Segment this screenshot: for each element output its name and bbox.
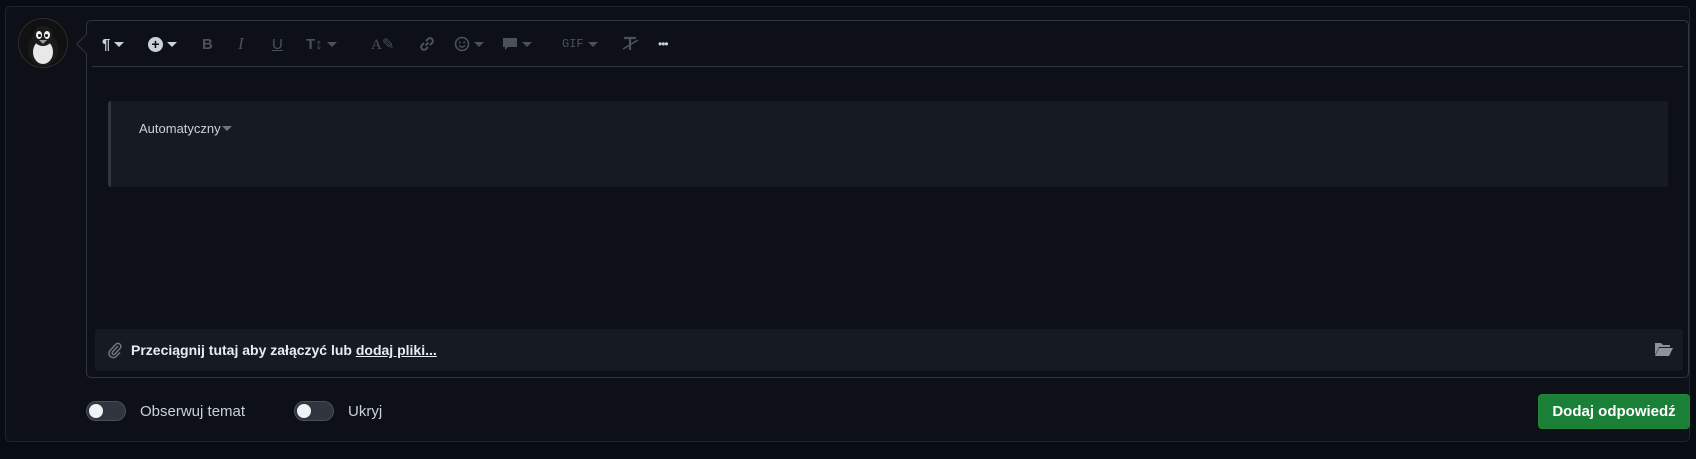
italic-button[interactable]: I bbox=[238, 33, 244, 55]
bold-icon: B bbox=[202, 35, 213, 53]
hide-toggle[interactable] bbox=[294, 401, 334, 421]
insert-button[interactable]: + bbox=[148, 33, 177, 55]
text-style-icon: A✎ bbox=[371, 36, 395, 53]
watch-topic-toggle[interactable] bbox=[86, 401, 126, 421]
attachment-hint: Przeciągnij tutaj aby załączyć lub dodaj… bbox=[131, 342, 437, 358]
text-style-button[interactable]: A✎ bbox=[371, 33, 394, 55]
speech-bubble-icon bbox=[503, 38, 517, 50]
paragraph-format-button[interactable]: ¶ bbox=[102, 33, 125, 55]
link-button[interactable] bbox=[418, 33, 436, 55]
toggle-knob bbox=[89, 404, 103, 418]
more-button[interactable]: ••• bbox=[658, 33, 669, 55]
submit-reply-button[interactable]: Dodaj odpowiedź bbox=[1538, 394, 1690, 429]
watch-topic-label: Obserwuj temat bbox=[140, 403, 246, 420]
language-label: Automatyczny bbox=[139, 121, 221, 136]
code-block[interactable]: Automatyczny bbox=[108, 101, 1668, 187]
gif-button[interactable]: GIF bbox=[562, 33, 598, 55]
attachment-dropzone[interactable]: Przeciągnij tutaj aby załączyć lub dodaj… bbox=[95, 329, 1683, 371]
gif-icon: GIF bbox=[562, 37, 584, 51]
ellipsis-icon: ••• bbox=[658, 37, 669, 51]
editor-toolbar: ¶ + B I U T↕ A✎ GIF ••• bbox=[92, 21, 1683, 67]
plus-circle-icon: + bbox=[148, 36, 163, 52]
text-size-icon: T↕ bbox=[306, 35, 323, 53]
bold-button[interactable]: B bbox=[202, 33, 213, 55]
penguin-avatar-icon bbox=[19, 19, 67, 67]
rich-text-editor[interactable]: ¶ + B I U T↕ A✎ GIF ••• Automatyczny Prz… bbox=[86, 20, 1689, 378]
toggle-knob bbox=[297, 404, 311, 418]
paperclip-icon bbox=[108, 342, 122, 359]
underline-button[interactable]: U bbox=[272, 33, 283, 55]
italic-icon: I bbox=[238, 34, 244, 53]
folder-open-icon[interactable] bbox=[1654, 341, 1674, 357]
emoji-button[interactable] bbox=[454, 33, 484, 55]
avatar bbox=[19, 19, 67, 67]
underline-icon: U bbox=[272, 35, 283, 53]
language-select[interactable]: Automatyczny bbox=[139, 121, 232, 136]
pilcrow-icon: ¶ bbox=[102, 35, 111, 53]
hide-label: Ukryj bbox=[348, 403, 383, 420]
clear-format-icon bbox=[622, 36, 639, 50]
smiley-icon bbox=[454, 36, 470, 52]
quote-button[interactable] bbox=[502, 33, 532, 55]
add-files-link[interactable]: dodaj pliki... bbox=[356, 342, 437, 358]
link-icon bbox=[420, 37, 434, 51]
text-size-button[interactable]: T↕ bbox=[306, 33, 337, 55]
clear-format-button[interactable] bbox=[622, 33, 640, 55]
chevron-down-icon bbox=[221, 126, 232, 131]
